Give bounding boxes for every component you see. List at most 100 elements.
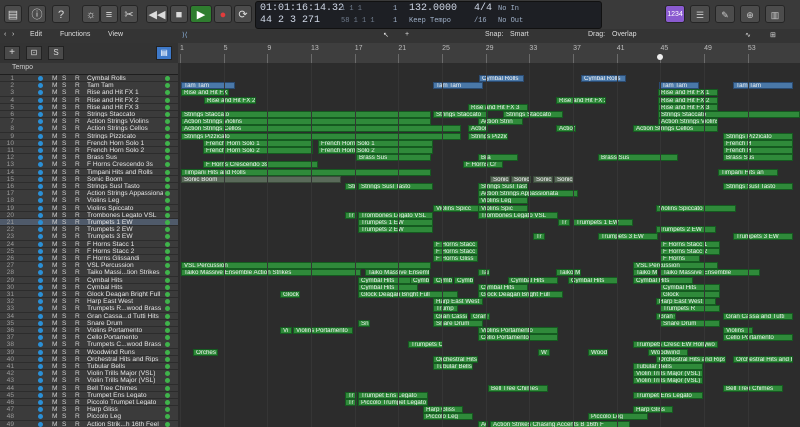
power-icon[interactable] [38, 407, 43, 413]
region[interactable]: Taiko M [633, 269, 658, 277]
power-icon[interactable] [38, 400, 43, 405]
mute-button[interactable]: M [52, 104, 58, 110]
region[interactable]: Glock [660, 291, 720, 298]
record-arm-button[interactable]: R [75, 298, 80, 304]
loop-browser-icon[interactable]: ⊕ [740, 5, 760, 23]
power-icon[interactable] [38, 414, 43, 420]
pencil-tool-icon[interactable]: + [405, 31, 409, 38]
region[interactable]: Cymbal Hits [633, 276, 693, 284]
functions-menu[interactable]: Functions [60, 31, 90, 38]
record-arm-button[interactable]: R [75, 363, 80, 369]
solo-button[interactable]: S [62, 406, 66, 412]
record-arm-button[interactable]: R [75, 370, 80, 376]
record-arm-button[interactable]: R [75, 183, 80, 189]
solo-button[interactable]: S [62, 399, 66, 405]
record-arm-button[interactable]: R [75, 248, 80, 254]
region[interactable]: French Horn Solo 1 [318, 139, 433, 147]
stop-button[interactable]: ■ [170, 5, 188, 23]
mute-button[interactable]: M [52, 176, 58, 182]
region[interactable]: Cello Portamento [478, 334, 558, 342]
power-icon[interactable] [38, 104, 43, 110]
region[interactable]: Sonic Boom [181, 175, 341, 183]
record-arm-button[interactable]: R [75, 176, 80, 182]
region[interactable]: Tam Tam [733, 82, 793, 90]
smart-controls-icon[interactable]: ☼ [82, 5, 100, 23]
solo-button[interactable]: S [62, 104, 66, 110]
record-arm-button[interactable]: R [75, 82, 80, 88]
region[interactable]: Rise and Hit FX 2 [556, 96, 606, 104]
record-arm-button[interactable]: R [75, 97, 80, 103]
record-arm-button[interactable]: R [75, 212, 80, 218]
power-icon[interactable] [38, 205, 43, 211]
mute-button[interactable]: M [52, 118, 58, 124]
region[interactable]: Wood [588, 348, 608, 356]
help-icon[interactable]: ? [52, 5, 70, 23]
region[interactable]: Action Strings Violins [658, 118, 718, 126]
record-arm-button[interactable]: R [75, 226, 80, 232]
mute-button[interactable]: M [52, 385, 58, 391]
region[interactable]: French H [723, 147, 793, 154]
solo-button[interactable]: S [62, 133, 66, 139]
region[interactable]: Piccolo Trumpet Legato [358, 399, 428, 406]
record-arm-button[interactable]: R [75, 392, 80, 398]
solo-button[interactable]: S [62, 190, 66, 196]
region[interactable]: Tubular Bells [633, 363, 703, 370]
power-icon[interactable] [38, 76, 43, 81]
power-icon[interactable] [38, 234, 43, 240]
power-icon[interactable] [38, 126, 43, 132]
solo-button[interactable]: S [62, 212, 66, 218]
region[interactable]: Trumpets R [660, 305, 720, 313]
library-icon[interactable]: ▤ [4, 5, 22, 23]
region[interactable]: Rise and Hit FX 2 [204, 96, 256, 104]
mute-button[interactable]: M [52, 269, 58, 275]
mute-button[interactable]: M [52, 140, 58, 146]
region[interactable]: Gran C [656, 312, 676, 320]
power-icon[interactable] [38, 97, 43, 103]
editors-icon[interactable]: ✂ [120, 5, 138, 23]
region[interactable]: Orches [193, 348, 218, 356]
solo-button[interactable]: S [62, 205, 66, 211]
region[interactable]: Snare Drum [660, 319, 720, 327]
mute-button[interactable]: M [52, 262, 58, 268]
record-arm-button[interactable]: R [75, 219, 80, 225]
region[interactable]: Glock Deagan Bright Full [478, 291, 563, 298]
region[interactable]: Trumpets 1 EW [573, 219, 633, 226]
record-arm-button[interactable]: R [75, 125, 80, 131]
region[interactable]: Action Strings Cellos [633, 125, 718, 133]
region[interactable]: F Horns Stacc 1 [660, 240, 720, 248]
region[interactable]: Cymbal Hits [508, 276, 558, 284]
zoom-icon[interactable]: ⊞ [770, 31, 776, 39]
forward-icon[interactable]: › [12, 31, 14, 38]
mute-button[interactable]: M [52, 399, 58, 405]
mute-button[interactable]: M [52, 298, 58, 304]
region[interactable]: Trombones Legato VSL [478, 211, 558, 219]
region[interactable]: Bell Tree Chimes [723, 384, 783, 392]
mute-button[interactable]: M [52, 255, 58, 261]
region[interactable]: Gran Cassa [433, 312, 468, 320]
mute-button[interactable]: M [52, 169, 58, 175]
record-arm-button[interactable]: R [75, 356, 80, 362]
solo-button[interactable]: S [62, 255, 66, 261]
region[interactable]: VSL Percussion [181, 262, 431, 270]
region[interactable]: Timpani Hits and Rolls [181, 168, 431, 176]
region[interactable]: Trumpets 3 EW [733, 233, 793, 241]
region[interactable]: Cymbal Rolls [581, 75, 626, 82]
region[interactable]: F Horns Cr [463, 161, 503, 169]
region[interactable]: Tr [533, 233, 545, 241]
solo-button[interactable]: S [62, 313, 66, 319]
mute-button[interactable]: M [52, 327, 58, 333]
waveform-zoom-icon[interactable]: ∿ [745, 31, 751, 39]
note-pad-icon[interactable]: ✎ [715, 5, 735, 23]
power-icon[interactable] [38, 299, 43, 305]
region[interactable]: French Horn Solo 1 [203, 139, 313, 147]
region[interactable]: Cymba [410, 276, 430, 284]
solo-button[interactable]: S [62, 284, 66, 290]
power-icon[interactable] [38, 241, 43, 247]
snap-select[interactable]: Smart [510, 31, 529, 38]
record-arm-button[interactable]: R [75, 269, 80, 275]
solo-button[interactable]: S [62, 269, 66, 275]
solo-button[interactable]: S [62, 356, 66, 362]
power-icon[interactable] [38, 371, 43, 377]
region[interactable]: Violins Spicc [433, 204, 483, 212]
power-icon[interactable] [38, 227, 43, 233]
